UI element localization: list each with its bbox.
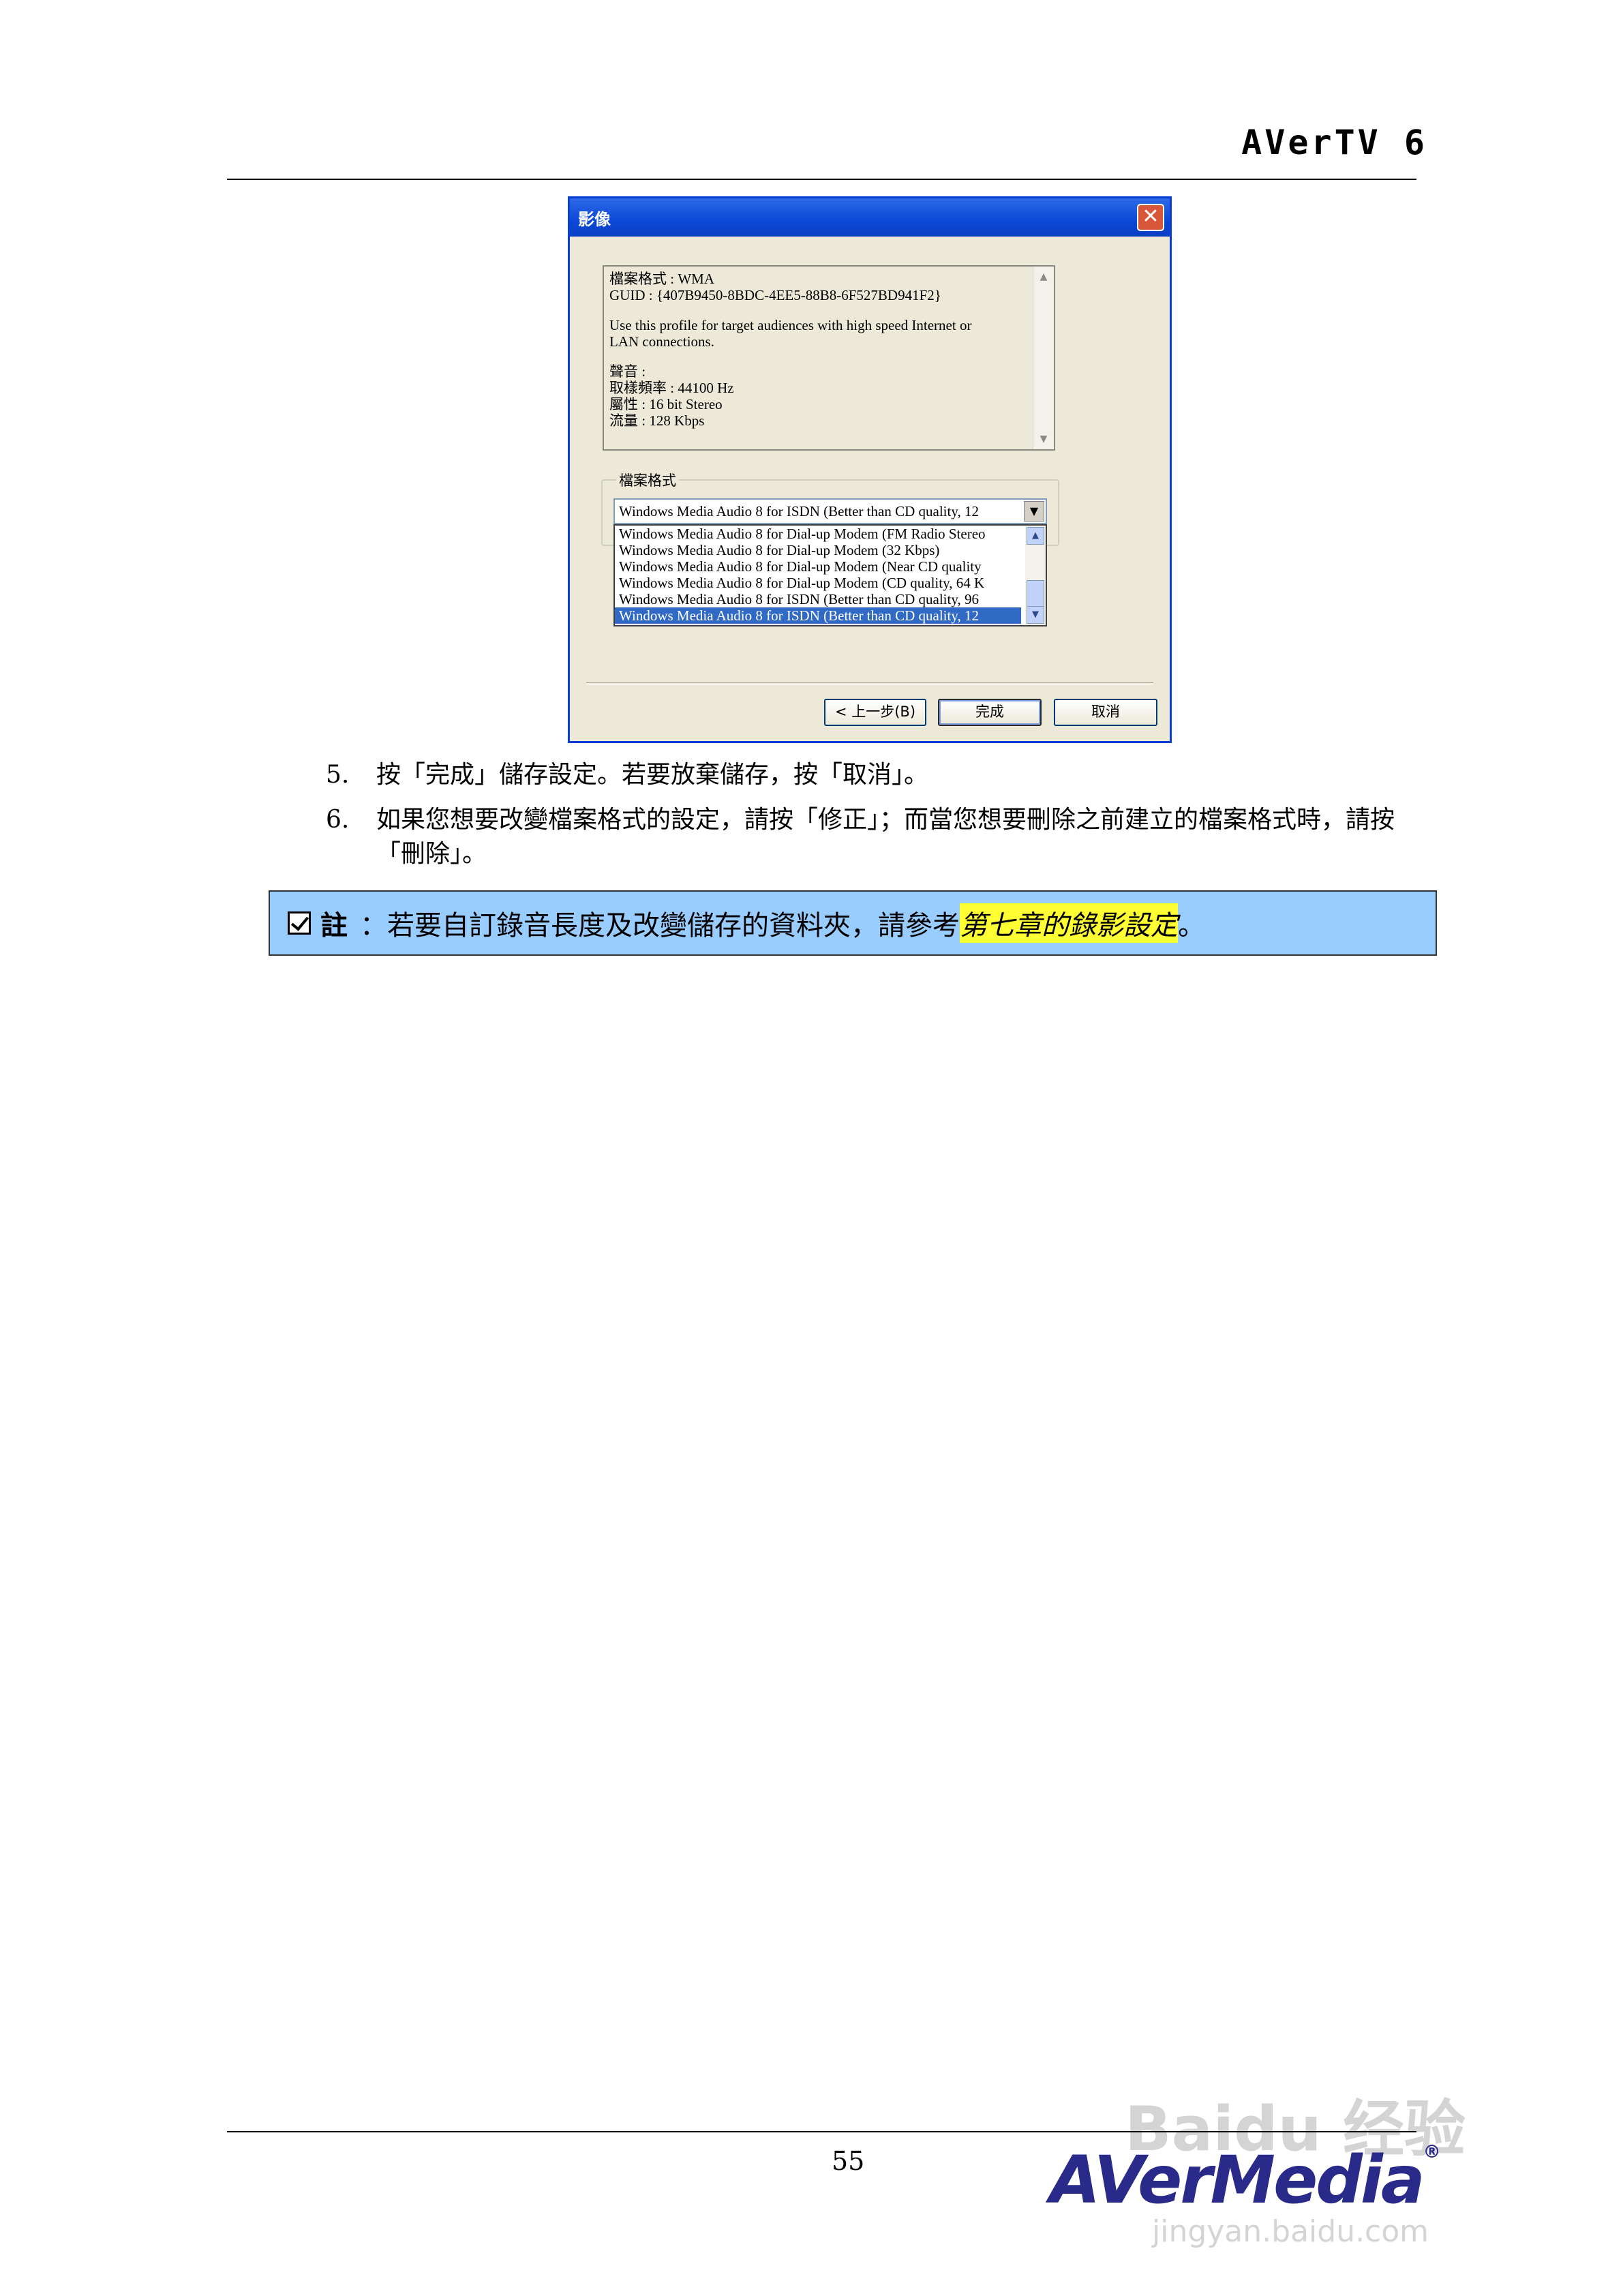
dialog-separator <box>586 682 1153 685</box>
format-dropdown-list[interactable]: Windows Media Audio 8 for Dial-up Modem … <box>613 524 1047 626</box>
info-line: Use this profile for target audiences wi… <box>609 317 972 333</box>
page-number: 55 <box>832 2146 865 2176</box>
cancel-button[interactable]: 取消 <box>1054 699 1157 726</box>
info-line: 檔案格式 : WMA <box>609 271 714 287</box>
dialog-title: 影像 <box>578 209 611 229</box>
scroll-down-icon[interactable]: ▼ <box>1027 606 1044 624</box>
scroll-down-icon[interactable]: ▼ <box>1035 430 1052 448</box>
profile-info-box[interactable]: 檔案格式 : WMA GUID : {407B9450-8BDC-4EE5-88… <box>603 265 1055 451</box>
format-group-label: 檔案格式 <box>616 470 679 490</box>
checkbox-icon <box>288 911 311 935</box>
info-line: 聲音 : <box>609 363 646 380</box>
chevron-down-icon[interactable]: ▼ <box>1024 501 1044 522</box>
info-line: GUID : {407B9450-8BDC-4EE5-88B8-6F527BD9… <box>609 287 941 303</box>
scroll-up-icon[interactable]: ▲ <box>1027 527 1044 545</box>
format-option[interactable]: Windows Media Audio 8 for Dial-up Modem … <box>615 558 1021 575</box>
footer-rule <box>227 2131 1416 2132</box>
note-text: ：若要自訂錄音長度及改變儲存的資料夾，請參考 <box>360 910 960 941</box>
info-line: 屬性 : 16 bit Stereo <box>609 396 723 412</box>
format-option[interactable]: Windows Media Audio 8 for Dial-up Modem … <box>615 542 1021 558</box>
step-number: 6. <box>326 806 350 834</box>
step-text: 按「完成」儲存設定。若要放棄儲存，按「取消」。 <box>376 761 929 789</box>
close-button[interactable]: ✕ <box>1137 204 1164 231</box>
note-end: 。 <box>1178 910 1205 941</box>
finish-button[interactable]: 完成 <box>938 699 1042 726</box>
info-line: LAN connections. <box>609 333 714 350</box>
note-label: 註 <box>320 910 348 941</box>
logo-registered-mark: ® <box>1423 2142 1441 2162</box>
format-option[interactable]: Windows Media Audio 8 for Dial-up Modem … <box>615 526 1021 542</box>
scroll-up-icon[interactable]: ▲ <box>1035 268 1052 286</box>
format-select-value: Windows Media Audio 8 for ISDN (Better t… <box>619 503 979 519</box>
format-option[interactable]: Windows Media Audio 8 for Dial-up Modem … <box>615 575 1021 591</box>
profile-dialog: 影像 ✕ 檔案格式 : WMA GUID : {407B9450-8BDC-4E… <box>568 196 1172 743</box>
dialog-titlebar: 影像 <box>570 198 1170 237</box>
info-scrollbar[interactable]: ▲ ▼ <box>1033 267 1054 449</box>
close-icon: ✕ <box>1142 205 1159 228</box>
back-button[interactable]: < 上一步(B) <box>824 699 926 726</box>
step-number: 5. <box>326 761 350 789</box>
step-text: 如果您想要改變檔案格式的設定，請按「修正」；而當您想要刪除之前建立的檔案格式時，… <box>376 806 1395 868</box>
note-box: 註 ：若要自訂錄音長度及改變儲存的資料夾，請參考 第七章的錄影設定 。 <box>269 890 1437 956</box>
format-select[interactable]: Windows Media Audio 8 for ISDN (Better t… <box>613 498 1047 524</box>
avermedia-logo: AVerMedia® <box>1050 2142 1441 2218</box>
info-line: 流量 : 128 Kbps <box>609 412 705 429</box>
header-rule <box>227 179 1416 180</box>
format-option[interactable]: Windows Media Audio 8 for ISDN (Better t… <box>615 591 1021 607</box>
dropdown-scrollbar[interactable]: ▲ ▼ <box>1025 526 1046 625</box>
document-header-title: AVerTV 6 <box>1241 123 1427 162</box>
scroll-thumb[interactable] <box>1027 580 1044 607</box>
info-line: 取樣頻率 : 44100 Hz <box>609 380 734 396</box>
format-option-selected[interactable]: Windows Media Audio 8 for ISDN (Better t… <box>615 607 1021 624</box>
logo-text: AVerMedia <box>1050 2142 1425 2218</box>
watermark-url: jingyan.baidu.com <box>1152 2214 1429 2249</box>
note-chapter-link[interactable]: 第七章的錄影設定 <box>960 903 1178 943</box>
